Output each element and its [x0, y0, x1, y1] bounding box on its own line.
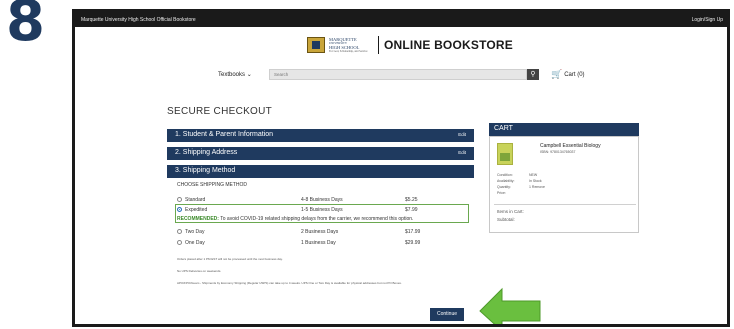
cart-link[interactable]: 🛒 Cart (0)	[551, 69, 585, 80]
meta-label: Availability:	[497, 179, 515, 183]
chevron-down-icon: ⌄	[246, 72, 252, 78]
recommendation-note: RECOMMENDED: To avoid COVID-19 related s…	[177, 216, 413, 222]
option-name: Standard	[185, 197, 206, 203]
shipping-option-expedited[interactable]: Expedited 1-5 Business Days $7.99	[177, 206, 467, 214]
nav-bar: Textbooks ⌄ Search ⚲ 🛒 Cart (0)	[75, 68, 727, 82]
subtotal-label: Subtotal:	[497, 217, 515, 222]
section-student-parent-info[interactable]: 1. Student & Parent Information Edit	[167, 129, 474, 142]
site-title: Marquette University High School Officia…	[81, 17, 196, 23]
radio-button-selected[interactable]	[177, 207, 182, 212]
cart-label: Cart (0)	[564, 72, 585, 79]
browser-frame: Marquette University High School Officia…	[72, 9, 730, 327]
step-number: 8	[6, 0, 45, 54]
school-name: MARQUETTE UNIVERSITY HIGH SCHOOL For God…	[329, 37, 373, 54]
option-price: $29.99	[405, 240, 421, 246]
meta-value: In Stock	[529, 179, 542, 183]
meta-availability: Availability: In Stock	[497, 179, 542, 183]
shipping-option-one-day[interactable]: One Day 1 Business Day $29.99	[177, 239, 467, 247]
store-title: ONLINE BOOKSTORE	[384, 38, 513, 52]
shipping-option-two-day[interactable]: Two Day 2 Business Days $17.99	[177, 228, 467, 236]
school-crest-icon	[307, 37, 325, 53]
edit-link[interactable]: Edit	[458, 132, 466, 137]
login-link[interactable]: Login/Sign Up	[692, 17, 723, 23]
fine-print: Orders placed after 1 PM EST will not be…	[177, 257, 283, 261]
option-name: One Day	[185, 240, 205, 246]
choose-shipping-label: CHOOSE SHIPPING METHOD	[177, 182, 248, 188]
meta-value: NEW	[529, 173, 538, 177]
search-button[interactable]: ⚲	[527, 69, 539, 80]
cart-summary: Campbell Essential Biology ISBN: 9780134…	[489, 136, 639, 233]
school-tagline: For God, Scholarship, and Service	[329, 50, 368, 54]
option-name: Two Day	[185, 229, 205, 235]
cart-icon: 🛒	[551, 69, 563, 79]
book-title: Campbell Essential Biology	[540, 143, 601, 149]
cart-divider	[494, 204, 636, 205]
top-bar: Marquette University High School Officia…	[75, 12, 727, 27]
radio-button[interactable]	[177, 197, 182, 202]
option-days: 1-5 Business Days	[301, 207, 343, 213]
section-shipping-method[interactable]: 3. Shipping Method	[167, 165, 474, 178]
tutorial-stage: 8 Marquette University High School Offic…	[0, 0, 734, 329]
meta-label: Price:	[497, 191, 506, 195]
option-price: $5.25	[405, 197, 418, 203]
option-days: 1 Business Day	[301, 240, 336, 246]
meta-quantity: Quantity: 1 Remove	[497, 185, 545, 189]
meta-price: Price:	[497, 191, 506, 195]
book-isbn: ISBN: 9780134765037	[540, 150, 576, 154]
option-price: $7.99	[405, 207, 418, 213]
section-label: 1. Student & Parent Information	[175, 131, 274, 138]
cart-header: CART	[489, 123, 639, 136]
continue-button[interactable]: Continue	[430, 308, 464, 321]
search-icon: ⚲	[530, 71, 536, 78]
option-days: 4-8 Business Days	[301, 197, 343, 203]
shipping-option-standard[interactable]: Standard 4-8 Business Days $5.25	[177, 196, 467, 204]
fine-print: No UPS Deliveries on weekends.	[177, 269, 222, 273]
meta-label: Condition:	[497, 173, 513, 177]
edit-link[interactable]: Edit	[458, 150, 466, 155]
option-name: Expedited	[185, 207, 208, 213]
items-in-cart-label: Items in Cart:	[497, 209, 524, 214]
pointer-arrow-icon	[479, 287, 541, 324]
recommended-label: RECOMMENDED:	[177, 216, 219, 222]
search-input[interactable]: Search	[269, 69, 527, 80]
bookstore-page: Marquette University High School Officia…	[75, 12, 727, 324]
textbooks-label: Textbooks	[218, 72, 246, 78]
recommended-text: To avoid COVID-19 related shipping delay…	[220, 216, 414, 222]
fine-print: APO/FPO/Guam - Shipments by Economy Ship…	[177, 281, 402, 285]
remove-link[interactable]: 1 Remove	[529, 185, 545, 189]
section-shipping-address[interactable]: 2. Shipping Address Edit	[167, 147, 474, 160]
section-label: 2. Shipping Address	[175, 149, 238, 156]
meta-label: Quantity:	[497, 185, 512, 189]
section-label: 3. Shipping Method	[175, 167, 236, 174]
book-cover-image	[497, 143, 513, 165]
page-title: SECURE CHECKOUT	[167, 106, 273, 117]
option-days: 2 Business Days	[301, 229, 339, 235]
textbooks-menu[interactable]: Textbooks ⌄	[218, 71, 252, 78]
radio-button[interactable]	[177, 229, 182, 234]
logo-divider	[378, 36, 379, 54]
meta-condition: Condition: NEW	[497, 173, 537, 177]
option-price: $17.99	[405, 229, 421, 235]
radio-button[interactable]	[177, 240, 182, 245]
store-logo[interactable]: MARQUETTE UNIVERSITY HIGH SCHOOL For God…	[307, 34, 513, 56]
